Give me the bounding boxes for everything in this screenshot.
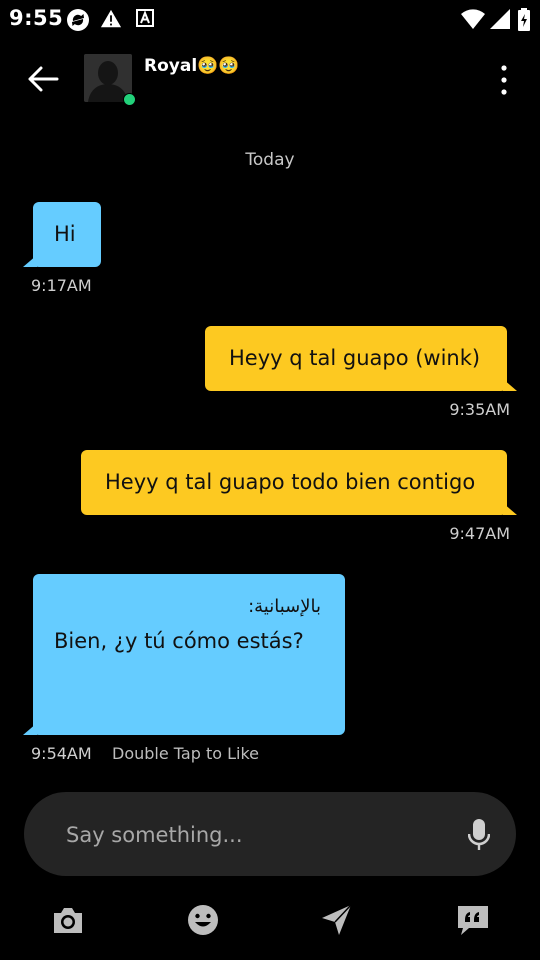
battery-icon [518, 8, 530, 31]
alert-icon [100, 9, 122, 28]
microphone-icon[interactable] [468, 818, 490, 852]
status-bar: 9:55 [0, 0, 540, 36]
signal-icon [490, 9, 510, 29]
message-text: Heyy q tal guapo (wink) [229, 346, 481, 370]
chat-header: Royal🥹🥹 [0, 40, 540, 116]
chat-toolbar [0, 896, 540, 944]
bubble-tail [23, 255, 37, 267]
date-separator: Today [245, 150, 295, 170]
translation-label: بالإسبانية: [248, 596, 321, 617]
message-time: 9:35AM [449, 400, 510, 419]
message-bubble-outgoing[interactable]: Heyy q tal guapo (wink) [205, 326, 507, 391]
wifi-icon [461, 9, 485, 29]
a-notification-icon [136, 9, 154, 27]
status-time: 9:55 [9, 6, 64, 30]
send-location-icon[interactable] [319, 902, 355, 938]
message-time: 9:54AM [31, 744, 92, 763]
message-time: 9:17AM [31, 276, 92, 295]
double-tap-hint: Double Tap to Like [112, 744, 259, 763]
more-options-icon[interactable] [492, 62, 516, 98]
bubble-tail [503, 503, 517, 515]
bubble-tail [23, 723, 37, 735]
message-text: Heyy q tal guapo todo bien contigo [105, 470, 476, 494]
message-input[interactable] [64, 814, 448, 856]
contact-name[interactable]: Royal🥹🥹 [144, 56, 239, 76]
message-bubble-incoming[interactable]: بالإسبانية: Bien, ¿y tú cómo estás? [33, 574, 345, 735]
message-bubble-outgoing[interactable]: Heyy q tal guapo todo bien contigo [81, 450, 507, 515]
message-bubble-incoming[interactable]: Hi [33, 202, 101, 267]
message-composer [24, 792, 516, 876]
emoji-icon[interactable] [185, 902, 221, 938]
sync-icon [67, 9, 89, 31]
contact-avatar[interactable] [84, 54, 136, 106]
camera-icon[interactable] [50, 902, 86, 938]
message-text: Bien, ¿y tú cómo estás? [54, 629, 304, 653]
back-arrow-icon[interactable] [26, 62, 60, 96]
message-text: Hi [54, 222, 76, 246]
quick-phrases-icon[interactable] [455, 902, 491, 938]
online-indicator [123, 93, 136, 106]
message-time: 9:47AM [449, 524, 510, 543]
bubble-tail [503, 379, 517, 391]
